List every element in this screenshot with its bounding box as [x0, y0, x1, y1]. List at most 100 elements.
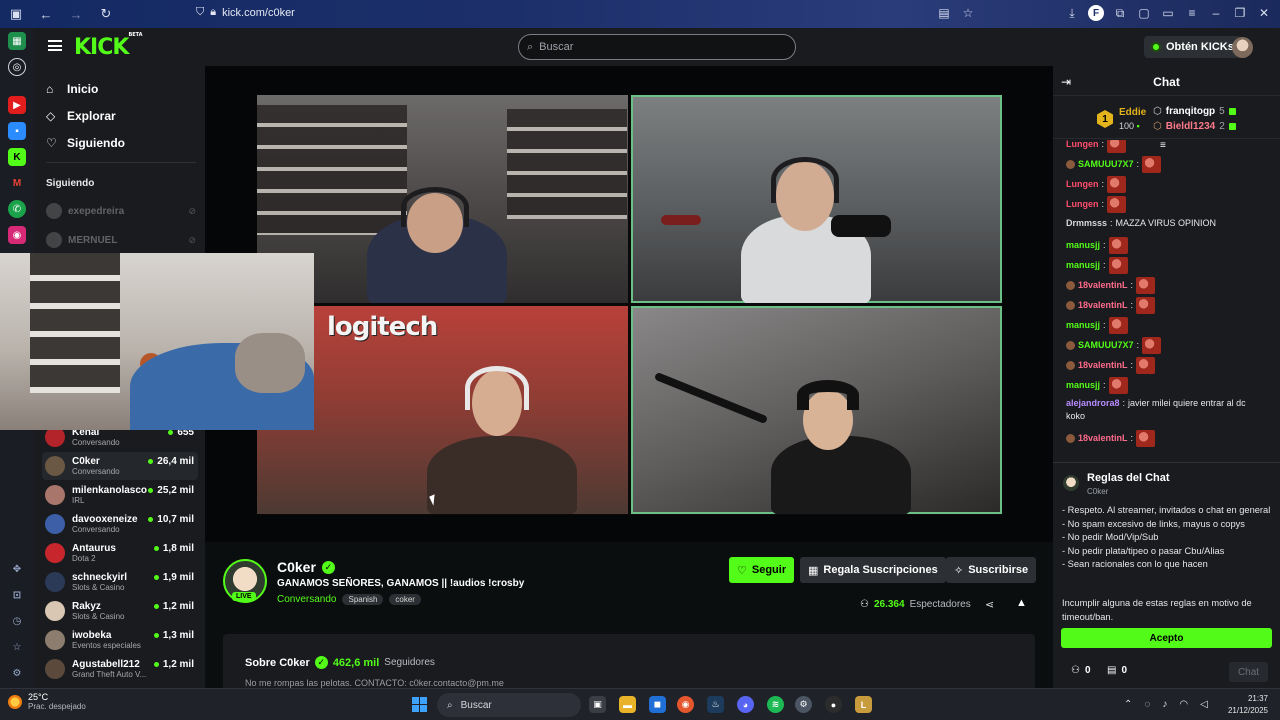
video-player[interactable]: logitech	[205, 66, 1053, 542]
tag-chip[interactable]: Spanish	[342, 594, 384, 605]
settings-app-icon[interactable]: ⚙	[795, 696, 812, 713]
menu-icon[interactable]: ≡	[1184, 5, 1200, 21]
chat-username[interactable]: Lungen	[1066, 178, 1099, 191]
subscribe-button[interactable]: ✧ Suscribirse	[946, 557, 1037, 583]
close-icon[interactable]: ✕	[1256, 5, 1272, 21]
following-item[interactable]: MERNUEL ⊘	[46, 229, 196, 251]
chat-username[interactable]: manusjj	[1066, 239, 1100, 252]
gift-counter[interactable]: ▤ 0	[1107, 665, 1127, 676]
channel-item-davooxeneize[interactable]: davooxeneize Conversando 10,7 mil	[42, 510, 198, 538]
youtube-icon[interactable]: ▶	[8, 96, 26, 114]
points-counter[interactable]: ⚇ 0	[1071, 665, 1091, 676]
settings-icon[interactable]: ⚙	[8, 664, 26, 682]
container-icon[interactable]: ▢	[1136, 5, 1152, 21]
chat-username[interactable]: manusjj	[1066, 319, 1100, 332]
chat-send-button[interactable]: Chat	[1229, 662, 1268, 682]
channel-item-milenkanolasco[interactable]: milenkanolasco IRL 25,2 mil	[42, 481, 198, 509]
share-icon[interactable]: ⋖	[985, 598, 994, 611]
tray-chevron-icon[interactable]: ⌃	[1124, 699, 1132, 710]
maximize-icon[interactable]: ❐	[1232, 5, 1248, 21]
clock[interactable]: 21:37 21/12/2025	[1226, 693, 1268, 717]
channel-item-antaurus[interactable]: Antaurus Dota 2 1,8 mil	[42, 539, 198, 567]
user-avatar[interactable]	[1232, 37, 1253, 58]
channel-item-c0ker[interactable]: C0ker Conversando 26,4 mil	[42, 452, 198, 480]
chat-username[interactable]: alejandrora8	[1066, 397, 1120, 410]
get-kicks-button[interactable]: Obtén KICKs	[1144, 36, 1241, 58]
windows-start-icon[interactable]	[412, 697, 427, 712]
url-text[interactable]: kick.com/c0ker	[222, 7, 295, 19]
whatsapp-icon[interactable]: ✆	[8, 200, 26, 218]
chat-username[interactable]: Lungen	[1066, 198, 1099, 211]
spotify-icon[interactable]: ≋	[767, 696, 784, 713]
clock-icon[interactable]: ◷	[8, 612, 26, 630]
accept-rules-button[interactable]: Acepto	[1061, 628, 1272, 648]
channel-item-rakyz[interactable]: Rakyz Slots & Casino 1,2 mil	[42, 597, 198, 625]
pip-video-overlay[interactable]	[0, 253, 314, 430]
chat-username[interactable]: manusjj	[1066, 259, 1100, 272]
chat-username[interactable]: SAMUUU7X7	[1078, 339, 1134, 352]
network-icon[interactable]: ◌	[1144, 699, 1150, 710]
hamburger-menu-icon[interactable]	[48, 40, 62, 51]
extensions-icon[interactable]: ⧉	[1112, 5, 1128, 21]
obs-icon[interactable]: ●	[825, 696, 842, 713]
chat-username[interactable]: 18valentinL	[1078, 432, 1128, 445]
chat-username[interactable]: 18valentinL	[1078, 279, 1128, 292]
firefox-icon[interactable]: ◉	[677, 696, 694, 713]
kick-icon[interactable]: K	[8, 148, 26, 166]
extensions-dock-icon[interactable]: ✥	[8, 560, 26, 578]
nav-explore[interactable]: ◇ Explorar	[46, 109, 116, 123]
follow-button[interactable]: ♡ Seguir	[729, 557, 795, 583]
instagram-icon[interactable]: ◉	[8, 226, 26, 244]
minimize-icon[interactable]: –	[1208, 5, 1224, 21]
steam-icon[interactable]: ♨	[707, 696, 724, 713]
nav-home[interactable]: ⌂ Inicio	[46, 82, 98, 96]
globe-icon[interactable]: ◎	[8, 58, 26, 76]
reader-icon[interactable]: ▤	[936, 5, 952, 21]
kick-logo[interactable]: KICKBETA	[74, 32, 143, 60]
chat-username[interactable]: SAMUUU7X7	[1078, 158, 1134, 171]
bookmark-star-icon[interactable]: ☆	[960, 5, 976, 21]
weather-widget[interactable]: 25°C Prac. despejado	[8, 692, 86, 711]
leader-name[interactable]: Eddie	[1119, 107, 1146, 118]
address-bar[interactable]: ⛉ 🔒︎ kick.com/c0ker	[196, 6, 295, 19]
channel-item-iwobeka[interactable]: iwobeka Eventos especiales 1,3 mil	[42, 626, 198, 654]
taskbar-search[interactable]: ⌕ Buscar	[437, 693, 581, 717]
following-item[interactable]: exepedreira ⊘	[46, 200, 196, 222]
chat-username[interactable]: manusjj	[1066, 379, 1100, 392]
profile-icon[interactable]: F	[1088, 5, 1104, 21]
gift-subs-button[interactable]: ▦ Regala Suscripciones	[800, 557, 946, 583]
channel-item-schneckyirl[interactable]: schneckyirl Slots & Casino 1,9 mil	[42, 568, 198, 596]
chat-username[interactable]: 18valentinL	[1078, 359, 1128, 372]
channel-title[interactable]: C0ker ✓	[277, 559, 335, 575]
search-input[interactable]: ⌕ Buscar	[518, 34, 796, 60]
volume-icon[interactable]: ◁	[1200, 699, 1208, 710]
download-icon[interactable]: ⤓	[1064, 5, 1080, 21]
nav-following[interactable]: ♡ Siguiendo	[46, 136, 125, 150]
sheets-icon[interactable]: ▦	[8, 32, 26, 50]
tag-chip[interactable]: coker	[389, 594, 421, 605]
sidebar-toggle-icon[interactable]: ▣	[8, 6, 24, 22]
file-explorer-icon[interactable]: ▬	[619, 696, 636, 713]
forward-icon[interactable]: →	[68, 6, 84, 22]
wifi-icon[interactable]: ◠	[1179, 699, 1188, 710]
category-link[interactable]: Conversando	[277, 594, 336, 605]
report-warning-icon[interactable]: ▲	[1016, 597, 1027, 609]
star-icon[interactable]: ☆	[8, 638, 26, 656]
app-icon[interactable]: ▪	[8, 122, 26, 140]
gmail-icon[interactable]: M	[8, 174, 26, 192]
store-icon[interactable]: ◼	[649, 696, 666, 713]
channel-item-agustabell212[interactable]: Agustabell212 Grand Theft Auto V... 1,2 mi…	[42, 655, 198, 683]
task-view-icon[interactable]: ▣	[589, 696, 606, 713]
reload-icon[interactable]: ↻	[98, 6, 114, 22]
history-icon[interactable]: ⊡	[8, 586, 26, 604]
back-icon[interactable]: ←	[38, 6, 54, 22]
discord-icon[interactable]: ◕	[737, 696, 754, 713]
microphone-icon[interactable]: ♪	[1162, 699, 1167, 710]
chat-username[interactable]: Drmmsss	[1066, 217, 1107, 230]
league-icon[interactable]: L	[855, 696, 872, 713]
chat-username[interactable]: Lungen	[1066, 140, 1099, 151]
leaderboard-entry[interactable]: ⬡ Bieldl1234 2	[1153, 121, 1236, 132]
chat-username[interactable]: 18valentinL	[1078, 299, 1128, 312]
leaderboard-entry[interactable]: ⬡ franqitogp 5	[1153, 106, 1236, 117]
tab-icon[interactable]: ▭	[1160, 5, 1176, 21]
